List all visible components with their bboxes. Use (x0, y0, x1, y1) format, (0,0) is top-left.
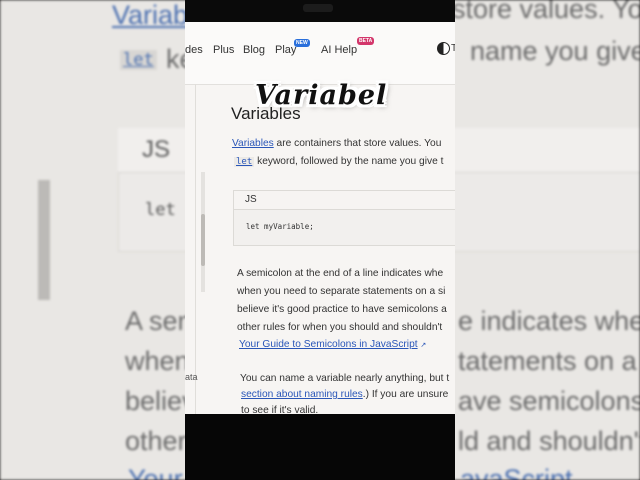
naming-line-1: You can name a variable nearly anything,… (240, 373, 450, 384)
bg-para-line: other (125, 426, 187, 456)
nav-item-blog[interactable]: Blog (243, 44, 265, 56)
bg-link-text: Variab (112, 0, 189, 30)
bg-code-lang: JS (142, 136, 171, 163)
intro-line-2: let keyword, followed by the name you gi… (234, 156, 443, 167)
external-link-icon: ↗ (420, 342, 427, 349)
beta-badge: BETA (357, 37, 375, 45)
semicolon-guide-line: Your Guide to Semicolons in JavaScript ↗ (239, 339, 426, 350)
code-line: let myVariable; (246, 222, 314, 231)
theme-toggle-icon[interactable] (437, 42, 450, 55)
intro-text: are containers that store values. You (273, 138, 442, 149)
sidebar-divider (195, 84, 196, 414)
naming-text: .) If you are unsure (362, 389, 449, 400)
monitor-top-bezel (185, 0, 455, 22)
bg-right-line: tatements on a si (458, 346, 640, 376)
bg-right-line: ave semicolons a (458, 386, 640, 416)
sidebar-scroll-thumb[interactable] (201, 214, 205, 266)
monitor-bottom-bezel (185, 414, 455, 480)
naming-rules-link[interactable]: section about naming rules (241, 389, 363, 400)
monitor-photo: des Plus Blog Play NEW AI Help BETA T at… (185, 0, 455, 480)
video-caption-overlay: Variabel (255, 80, 388, 111)
semicolon-line: when you need to separate statements on … (237, 286, 446, 297)
code-header: JS (234, 191, 455, 210)
intro-line-1: Variables are containers that store valu… (232, 138, 441, 149)
let-keyword-link[interactable]: let (234, 157, 255, 167)
bg-variables-link: Variab (112, 0, 188, 31)
nav-item-play[interactable]: Play (275, 44, 296, 56)
semicolon-line: other rules for when you should and shou… (237, 322, 443, 333)
theme-label[interactable]: T (451, 43, 455, 54)
code-example: JS let myVariable; (233, 190, 455, 246)
bg-line1-rest: store values. You (452, 0, 640, 24)
bg-right-line: avaScript (460, 464, 573, 480)
bg-para-line: Your (128, 464, 183, 480)
code-language-label: JS (245, 194, 257, 205)
bg-line2-rest: name you give t (470, 36, 640, 66)
variables-link[interactable]: Variables (232, 138, 274, 149)
bg-scrollbar (38, 180, 50, 300)
intro-text-2: keyword, followed by the name you give t (254, 156, 444, 167)
bg-let-code: let (120, 50, 157, 70)
webcam-icon (303, 4, 333, 12)
naming-line-3: to see if it's valid. (241, 405, 319, 414)
naming-line-2: section about naming rules.) If you are … (241, 389, 448, 400)
bg-right-line: ld and shouldn't (458, 426, 640, 456)
semicolon-guide-link[interactable]: Your Guide to Semicolons in JavaScript (239, 339, 418, 350)
bg-para-line: when (125, 346, 190, 376)
nav-item-plus[interactable]: Plus (213, 44, 234, 56)
bg-code-line: let (145, 200, 176, 220)
new-badge: NEW (294, 39, 310, 47)
nav-item-ai-help[interactable]: AI Help (321, 44, 357, 56)
top-navigation: des Plus Blog Play NEW AI Help BETA T (185, 22, 455, 85)
nav-item-guides[interactable]: des (185, 44, 203, 56)
semicolon-line: believe it's good practice to have semic… (237, 304, 447, 315)
bg-right-line: e indicates whe (458, 306, 640, 336)
semicolon-line: A semicolon at the end of a line indicat… (237, 268, 444, 279)
sidebar-item-fragment[interactable]: ata (185, 372, 198, 382)
